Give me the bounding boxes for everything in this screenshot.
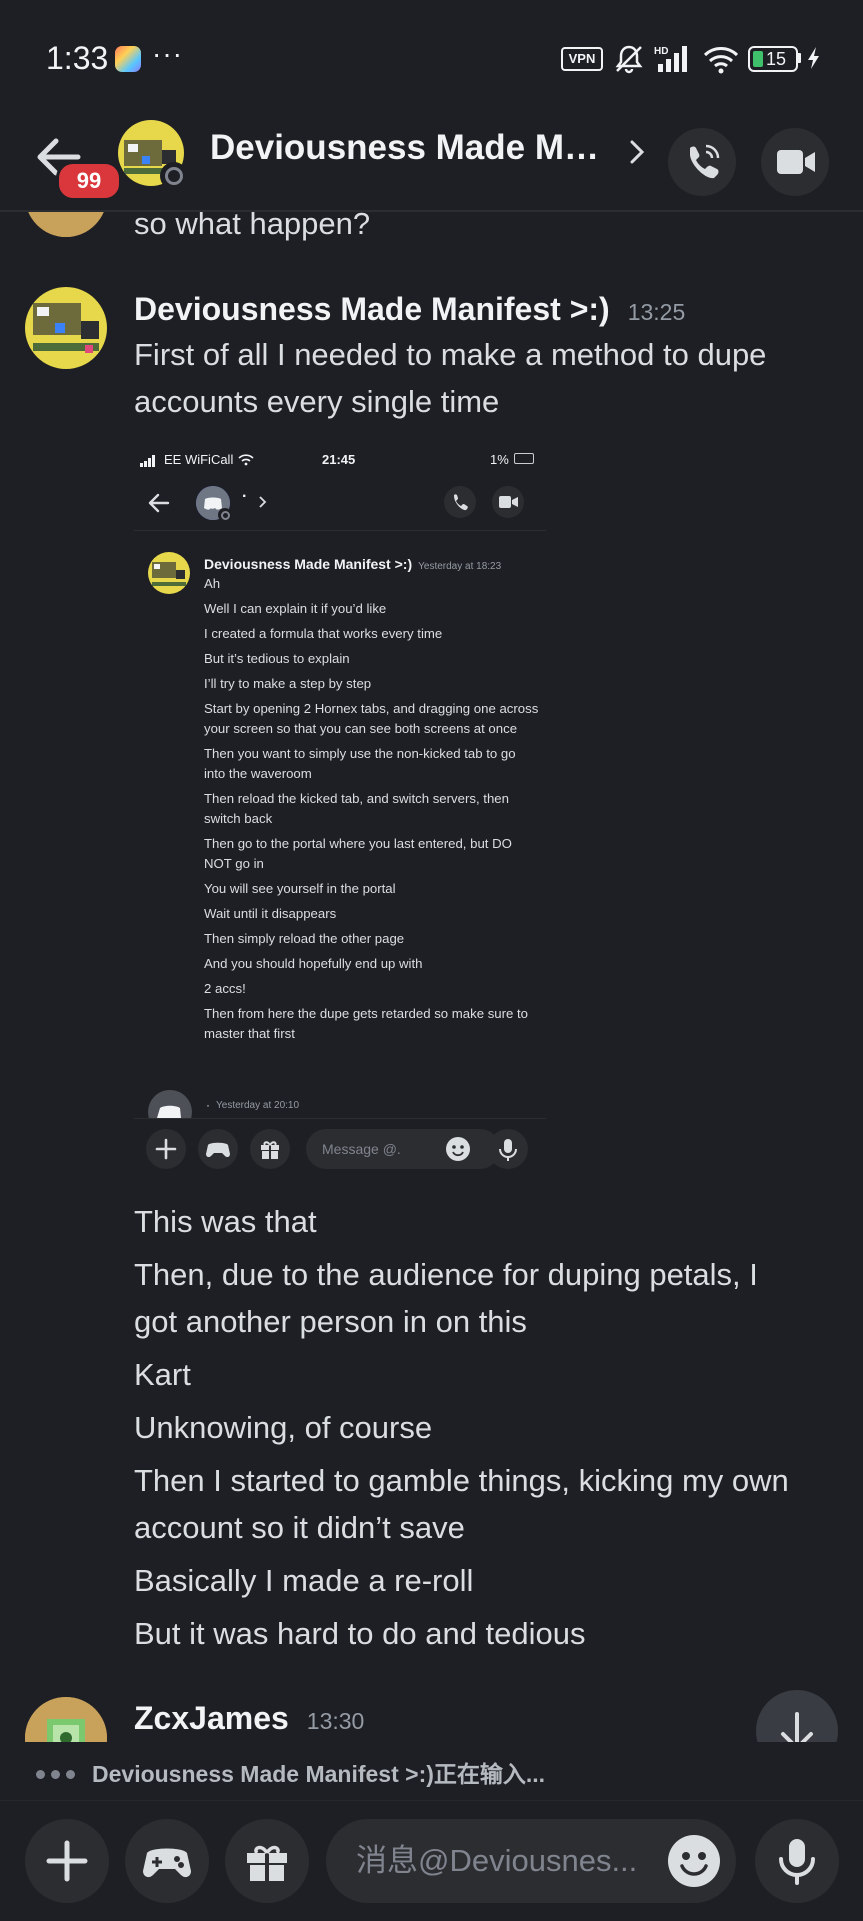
embed-clock: 21:45 (322, 452, 356, 467)
embed-mic-icon (488, 1129, 528, 1169)
battery-tip (797, 53, 801, 63)
avatar[interactable] (25, 287, 107, 369)
embed-message-line: Well I can explain it if you’d like (204, 601, 387, 616)
embed-timestamp: Yesterday at 18:23 (418, 561, 502, 572)
embed-username: Deviousness Made Manifest >:) Yesterday a… (204, 556, 502, 572)
embed-avatar (148, 552, 190, 594)
embed-message-line: Then go to the portal where you last ent… (204, 836, 512, 871)
embed-video-icon (492, 486, 524, 518)
activities-button[interactable] (125, 1819, 209, 1903)
gift-button[interactable] (225, 1819, 309, 1903)
emoji-icon (680, 1852, 708, 1876)
embed-message-line: I’ll try to make a step by step (204, 676, 372, 691)
embed-message-line: 2 accs! (204, 981, 246, 996)
gift-icon (247, 1845, 287, 1881)
more-notifications-icon: ··· (152, 38, 183, 69)
embed-next-timestamp: Yesterday at 20:10 (216, 1100, 300, 1111)
chat-header: 99 Deviousness Made Manifest >:) (0, 110, 863, 212)
status-bar: 1:33 ··· VPN HD 15 (0, 0, 863, 110)
battery-icon: 15 (748, 46, 798, 72)
embed-message-line: Then reload the kicked tab, and switch s… (204, 791, 509, 826)
embed-message-line: Start by opening 2 Hornex tabs, and drag… (204, 701, 539, 736)
add-attachment-button[interactable] (25, 1819, 109, 1903)
offline-status-icon (160, 162, 188, 190)
embed-plus-icon (146, 1129, 186, 1169)
embed-message-line: Then you want to simply use the non-kick… (204, 746, 516, 781)
embed-battery-percent: 1% (490, 452, 509, 467)
message-text: Then I started to gamble things, kicking… (134, 1463, 789, 1498)
username[interactable]: Deviousness Made Manifest >:) (134, 291, 610, 327)
embed-message-line: But it’s tedious to explain (204, 651, 350, 666)
message-composer: 消息@Deviousnes... (0, 1800, 863, 1921)
message-text: accounts every single time (134, 384, 500, 419)
embed-chevron-icon (259, 496, 267, 508)
embed-message-input: Message @. (306, 1129, 500, 1169)
embed-phone-icon (444, 486, 476, 518)
chat-title[interactable]: Deviousness Made Manifest >:) (210, 128, 600, 168)
message-text: Unknowing, of course (134, 1410, 433, 1445)
embed-battery-icon (514, 453, 534, 464)
typing-indicator: Deviousness Made Manifest >:)正在输入... (0, 1742, 863, 1802)
embed-input-bar: Message @. (134, 1118, 546, 1178)
embed-carrier: EE WiFiCall (164, 452, 234, 467)
embed-offline-status-icon (218, 508, 232, 522)
embed-gamepad-icon (198, 1129, 238, 1169)
embed-message-line: I created a formula that works every tim… (204, 626, 443, 641)
embed-signal-icon (140, 455, 155, 467)
message-timestamp: 13:25 (627, 299, 686, 325)
phone-icon (689, 144, 720, 179)
message-input[interactable]: 消息@Deviousnes... (326, 1819, 736, 1903)
plus-icon (46, 1840, 88, 1882)
video-call-button[interactable] (761, 128, 829, 196)
message-text: First of all I needed to make a method t… (134, 337, 767, 372)
embed-chat-title: · (242, 488, 248, 505)
voice-call-button[interactable] (668, 128, 736, 196)
charging-icon (808, 47, 819, 69)
username[interactable]: ZcxJames (134, 1700, 289, 1736)
embed-divider (134, 530, 546, 531)
message-header: ZcxJames 13:30 (134, 1700, 364, 1737)
embed-gift-icon (250, 1129, 290, 1169)
voice-message-button[interactable] (755, 1819, 839, 1903)
video-camera-icon (777, 150, 815, 174)
mute-bell-icon (615, 45, 643, 74)
image-attachment[interactable]: EE WiFiCall 21:45 1% · Deviousness Made … (134, 438, 546, 1178)
gamepad-icon (143, 1848, 191, 1878)
message-text: Kart (134, 1357, 191, 1392)
chevron-right-icon[interactable] (622, 130, 652, 174)
embed-wifi-icon (238, 454, 254, 466)
message-text: got another person in on this (134, 1304, 527, 1339)
message-text: Then, due to the audience for duping pet… (134, 1257, 758, 1292)
embed-message-line: Then from here the dupe gets retarded so… (204, 1006, 529, 1041)
emoji-button[interactable] (668, 1835, 720, 1887)
signal-icon: HD (654, 46, 687, 72)
gallery-app-icon (115, 46, 141, 72)
embed-message-list: Ah Well I can explain it if you’d like I… (204, 574, 540, 1049)
embed-message-line: And you should hopefully end up with (204, 956, 423, 971)
embed-next-username: · (206, 1098, 210, 1112)
vpn-icon: VPN (561, 47, 603, 71)
message-header: Deviousness Made Manifest >:) 13:25 (134, 291, 685, 328)
message-timestamp: 13:30 (306, 1708, 365, 1734)
message-text: This was that (134, 1204, 317, 1239)
embed-message-line: Wait until it disappears (204, 906, 337, 921)
embed-message-line: Ah (204, 576, 221, 591)
embed-message-line: Then simply reload the other page (204, 931, 405, 946)
wifi-icon (703, 47, 739, 74)
svg-text:HD: HD (654, 46, 668, 57)
message-text: account so it didn’t save (134, 1510, 465, 1545)
typing-text: Deviousness Made Manifest >:)正在输入... (92, 1761, 546, 1787)
embed-emoji-icon (446, 1137, 470, 1161)
unread-count-badge: 99 (56, 161, 122, 201)
typing-dots-icon (36, 1766, 81, 1784)
message-text: Basically I made a re-roll (134, 1563, 474, 1598)
embed-back-icon (148, 493, 170, 513)
battery-level (753, 51, 763, 67)
status-time: 1:33 (46, 40, 109, 76)
message-input-placeholder: 消息@Deviousnes... (356, 1843, 638, 1878)
microphone-icon (779, 1839, 815, 1885)
embed-message-line: You will see yourself in the portal (204, 881, 396, 896)
message-text: But it was hard to do and tedious (134, 1616, 586, 1651)
battery-percent: 15 (766, 49, 787, 69)
